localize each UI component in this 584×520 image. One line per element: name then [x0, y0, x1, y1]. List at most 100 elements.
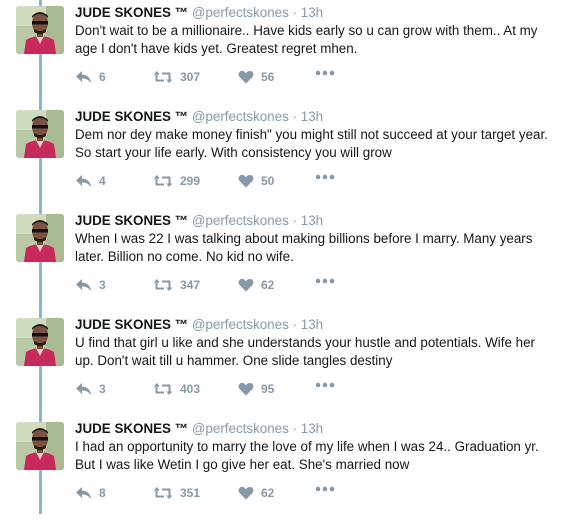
author-handle[interactable]: @perfectskones: [192, 109, 289, 124]
tweet-timestamp[interactable]: 13h: [301, 317, 323, 332]
separator-dot: ·: [292, 213, 298, 228]
tweet-timestamp[interactable]: 13h: [301, 213, 323, 228]
like-button[interactable]: 50: [238, 174, 274, 188]
reply-count: 4: [99, 174, 106, 188]
reply-count: 3: [99, 278, 106, 292]
tweet-text-line: I had an opportunity to marry the love o…: [75, 439, 539, 454]
tweet-text: Dem nor dey make money finish" you might…: [75, 126, 580, 161]
separator-dot: ·: [292, 421, 298, 436]
reply-button[interactable]: 4: [75, 174, 106, 188]
heart-icon: [238, 486, 254, 500]
retweet-count: 299: [180, 174, 201, 188]
tweet[interactable]: JUDE SKONES ™ @perfectskones · 13h When …: [0, 208, 584, 312]
tweet-text-line: Dem nor dey make money finish" you might…: [75, 127, 548, 142]
author-name[interactable]: JUDE SKONES ™: [75, 109, 188, 124]
tweet-text-line: Don't wait to be a millionaire.. Have ki…: [75, 23, 538, 38]
like-button[interactable]: 95: [238, 382, 274, 396]
more-options-button[interactable]: [315, 382, 335, 388]
retweet-icon: [153, 278, 173, 292]
tweet-actions: 3 347 62: [75, 278, 375, 296]
separator-dot: ·: [292, 317, 298, 332]
reply-button[interactable]: 6: [75, 70, 106, 84]
reply-count: 8: [99, 486, 106, 500]
tweet[interactable]: JUDE SKONES ™ @perfectskones · 13h U fin…: [0, 312, 584, 416]
more-options-button[interactable]: [315, 70, 335, 76]
retweet-count: 307: [180, 70, 201, 84]
tweet-text-line: When I was 22 I was talking about making…: [75, 231, 533, 246]
author-name[interactable]: JUDE SKONES ™: [75, 5, 188, 20]
author-name[interactable]: JUDE SKONES ™: [75, 213, 188, 228]
heart-icon: [238, 174, 254, 188]
more-dots-icon: [315, 70, 335, 76]
reply-icon: [75, 70, 92, 84]
avatar[interactable]: [16, 214, 64, 262]
tweet[interactable]: JUDE SKONES ™ @perfectskones · 13h Don't…: [0, 0, 584, 104]
like-count: 95: [261, 382, 275, 396]
tweet-header: JUDE SKONES ™ @perfectskones · 13h: [75, 109, 323, 124]
tweet-header: JUDE SKONES ™ @perfectskones · 13h: [75, 317, 323, 332]
heart-icon: [238, 278, 254, 292]
like-button[interactable]: 62: [238, 486, 274, 500]
retweet-icon: [153, 174, 173, 188]
tweet-timestamp[interactable]: 13h: [301, 109, 323, 124]
like-button[interactable]: 62: [238, 278, 274, 292]
retweet-button[interactable]: 307: [153, 70, 200, 84]
author-name[interactable]: JUDE SKONES ™: [75, 317, 188, 332]
tweet-text: Don't wait to be a millionaire.. Have ki…: [75, 22, 580, 57]
retweet-button[interactable]: 299: [153, 174, 200, 188]
heart-icon: [238, 382, 254, 396]
retweet-count: 351: [180, 486, 201, 500]
more-options-button[interactable]: [315, 486, 335, 492]
retweet-count: 347: [180, 278, 201, 292]
tweet-timestamp[interactable]: 13h: [301, 421, 323, 436]
more-options-button[interactable]: [315, 278, 335, 284]
tweet[interactable]: JUDE SKONES ™ @perfectskones · 13h Dem n…: [0, 104, 584, 208]
author-handle[interactable]: @perfectskones: [192, 317, 289, 332]
tweet-actions: 4 299 50: [75, 174, 375, 192]
tweet-actions: 3 403 95: [75, 382, 375, 400]
tweet-text: I had an opportunity to marry the love o…: [75, 438, 580, 473]
avatar[interactable]: [16, 422, 64, 470]
avatar[interactable]: [16, 110, 64, 158]
like-count: 56: [261, 70, 275, 84]
reply-icon: [75, 382, 92, 396]
reply-button[interactable]: 3: [75, 278, 106, 292]
tweet-text-line: up. Don't wait till u hammer. One slide …: [75, 352, 393, 368]
more-dots-icon: [315, 486, 335, 492]
more-options-button[interactable]: [315, 174, 335, 180]
reply-icon: [75, 278, 92, 292]
separator-dot: ·: [292, 5, 298, 20]
tweet-actions: 8 351 62: [75, 486, 375, 504]
reply-button[interactable]: 8: [75, 486, 106, 500]
like-count: 50: [261, 174, 275, 188]
retweet-icon: [153, 70, 173, 84]
more-dots-icon: [315, 382, 335, 388]
reply-button[interactable]: 3: [75, 382, 106, 396]
retweet-button[interactable]: 403: [153, 382, 200, 396]
separator-dot: ·: [292, 109, 298, 124]
tweet-text-line: age I don't have kids yet. Greatest regr…: [75, 40, 358, 56]
more-dots-icon: [315, 174, 335, 180]
retweet-button[interactable]: 351: [153, 486, 200, 500]
author-handle[interactable]: @perfectskones: [192, 5, 289, 20]
reply-icon: [75, 174, 92, 188]
tweet[interactable]: JUDE SKONES ™ @perfectskones · 13h I had…: [0, 416, 584, 520]
tweet-text-line: later. Billion no come. No kid no wife.: [75, 248, 294, 264]
tweet-header: JUDE SKONES ™ @perfectskones · 13h: [75, 421, 323, 436]
reply-count: 6: [99, 70, 106, 84]
retweet-button[interactable]: 347: [153, 278, 200, 292]
more-dots-icon: [315, 278, 335, 284]
reply-icon: [75, 486, 92, 500]
tweet-actions: 6 307 56: [75, 70, 375, 88]
author-handle[interactable]: @perfectskones: [192, 421, 289, 436]
tweet-header: JUDE SKONES ™ @perfectskones · 13h: [75, 213, 323, 228]
author-handle[interactable]: @perfectskones: [192, 213, 289, 228]
like-button[interactable]: 56: [238, 70, 274, 84]
tweet-timestamp[interactable]: 13h: [301, 5, 323, 20]
avatar[interactable]: [16, 6, 64, 54]
author-name[interactable]: JUDE SKONES ™: [75, 421, 188, 436]
avatar[interactable]: [16, 318, 64, 366]
tweet-text-line: U find that girl u like and she understa…: [75, 335, 536, 350]
retweet-icon: [153, 486, 173, 500]
retweet-icon: [153, 382, 173, 396]
